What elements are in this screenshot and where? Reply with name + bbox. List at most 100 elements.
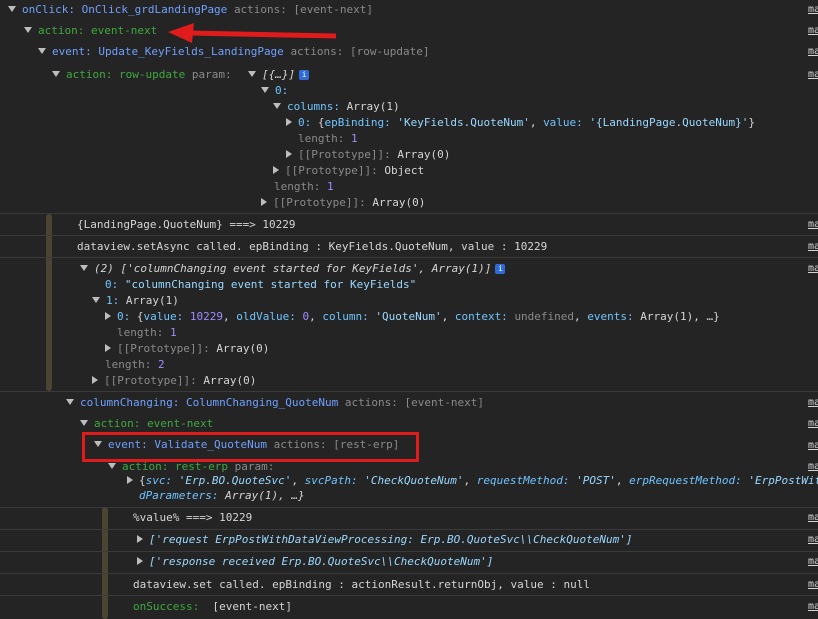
tree-length: length: 1 (274, 180, 334, 193)
log-line-response[interactable]: ['response received Erp.BO.QuoteSvc\\Che… (137, 555, 493, 568)
collapse-arrow-icon[interactable] (127, 476, 133, 484)
tree-prototype[interactable]: [[Prototype]]: Array(0) (286, 148, 450, 161)
event-prefix: event: (52, 45, 92, 58)
tree-prototype[interactable]: [[Prototype]]: Array(0) (92, 374, 256, 387)
source-link[interactable]: ma (808, 579, 818, 590)
expand-arrow-icon[interactable] (273, 103, 281, 109)
log-line-columnchanging[interactable]: columnChanging: ColumnChanging_QuoteNum … (66, 396, 818, 409)
divider (0, 213, 818, 214)
log-line-setasync: dataview.setAsync called. epBinding : Ke… (77, 240, 548, 253)
tree-length: length: 2 (105, 358, 165, 371)
log-line-action-event-next[interactable]: action: event-next (24, 24, 818, 37)
collapse-arrow-icon[interactable] (92, 376, 98, 384)
prop-key: oldValue: (236, 310, 296, 323)
source-link[interactable]: ma (808, 263, 818, 274)
divider (0, 573, 818, 574)
log-line-event-update[interactable]: event: Update_KeyFields_LandingPage acti… (38, 45, 818, 58)
log-line-onsuccess: onSuccess: [event-next] (133, 600, 292, 613)
source-link[interactable]: ma (808, 461, 818, 472)
log-line-array[interactable]: (2) ['columnChanging event started for K… (80, 262, 506, 275)
expand-arrow-icon[interactable] (108, 463, 116, 469)
prop-value: 'QuoteNum' (375, 310, 442, 323)
source-link[interactable]: ma (808, 512, 818, 523)
expand-arrow-icon[interactable] (248, 71, 256, 77)
prop-key: requestMethod: (476, 474, 570, 487)
prop-key: [[Prototype]]: (104, 374, 197, 387)
prop-value: 1 (350, 132, 358, 145)
prop-value: 'KeyFields.QuoteNum' (397, 116, 530, 129)
event-actions: actions: [event-next] (344, 396, 484, 409)
expand-arrow-icon[interactable] (24, 27, 32, 33)
tree-item-1[interactable]: 1: Array(1) (92, 294, 179, 307)
source-link[interactable]: ma (808, 601, 818, 612)
expand-arrow-icon[interactable] (52, 71, 60, 77)
tree-prototype[interactable]: [[Prototype]]: Array(0) (261, 196, 425, 209)
prop-value: 1 (169, 326, 177, 339)
source-link[interactable]: ma (808, 418, 818, 429)
log-line-onclick[interactable]: onClick: OnClick_grdLandingPage actions:… (8, 3, 818, 16)
source-link[interactable]: ma (808, 440, 818, 451)
collapse-arrow-icon[interactable] (286, 150, 292, 158)
prop-value: Array(1), …} (225, 489, 305, 502)
brace: { (317, 116, 325, 129)
tree-prototype[interactable]: [[Prototype]]: Array(0) (105, 342, 269, 355)
source-link[interactable]: ma (808, 69, 818, 80)
log-line-row-update[interactable]: action: row-update param: (52, 68, 818, 81)
prop-value: 2 (157, 358, 165, 371)
onclick-actions: actions: [event-next] (233, 3, 374, 16)
action-label: action: event-next (94, 417, 214, 430)
prop-key: length: (105, 358, 152, 371)
source-link[interactable]: ma (808, 4, 818, 15)
request-text: ['request ErpPostWithDataViewProcessing:… (149, 533, 633, 546)
divider (0, 529, 818, 530)
log-line-action-event-next-2[interactable]: action: event-next (80, 417, 818, 430)
brace: { (136, 310, 144, 323)
highlight-box (82, 432, 419, 462)
log-line-landingpage: {LandingPage.QuoteNum} ===> 10229 (77, 218, 296, 231)
onsuccess-value: [event-next] (212, 600, 292, 613)
prop-value: undefined (514, 310, 575, 323)
expand-arrow-icon[interactable] (261, 87, 269, 93)
expand-arrow-icon[interactable] (8, 6, 16, 12)
log-line-request[interactable]: ['request ErpPostWithDataViewProcessing:… (137, 533, 632, 546)
source-link[interactable]: ma (808, 556, 818, 567)
expand-arrow-icon[interactable] (80, 265, 88, 271)
source-link[interactable]: ma (808, 397, 818, 408)
expand-arrow-icon[interactable] (38, 48, 46, 54)
param-array[interactable]: [{…}] i (248, 68, 310, 81)
prop-value: Array(0) (397, 148, 451, 161)
source-link[interactable]: ma (808, 25, 818, 36)
source-link[interactable]: ma (808, 534, 818, 545)
tree-item-0: 0: "columnChanging event started for Key… (105, 278, 416, 291)
expand-arrow-icon[interactable] (92, 297, 100, 303)
tree-columns[interactable]: columns: Array(1) (273, 100, 400, 113)
tree-prototype[interactable]: [[Prototype]]: Object (273, 164, 424, 177)
tree-item-1-0[interactable]: 0: {value: 10229, oldValue: 0, column: '… (105, 310, 720, 323)
expand-arrow-icon[interactable] (80, 420, 88, 426)
source-link[interactable]: ma (808, 241, 818, 252)
action-label: action: event-next (38, 24, 158, 37)
divider (0, 507, 818, 508)
collapse-arrow-icon[interactable] (137, 535, 143, 543)
prop-value: '{LandingPage.QuoteNum}' (589, 116, 749, 129)
param-object[interactable]: {svc: 'Erp.BO.QuoteSvc', svcPath: 'Check… (127, 474, 818, 487)
tree-index-0[interactable]: 0: (261, 84, 288, 97)
prop-value: Array(0) (216, 342, 270, 355)
source-link[interactable]: ma (808, 219, 818, 230)
prop-key: svcPath: (304, 474, 358, 487)
response-text: ['response received Erp.BO.QuoteSvc\\Che… (149, 555, 494, 568)
collapse-arrow-icon[interactable] (105, 344, 111, 352)
tree-column-0[interactable]: 0: {epBinding: 'KeyFields.QuoteNum', val… (286, 116, 755, 129)
columns-value: Array(1) (346, 100, 400, 113)
collapse-arrow-icon[interactable] (286, 118, 292, 126)
brace: { (139, 474, 146, 487)
prop-key: svc: (145, 474, 173, 487)
collapse-arrow-icon[interactable] (105, 312, 111, 320)
onclick-prefix: onClick: (22, 3, 75, 16)
divider (0, 595, 818, 596)
expand-arrow-icon[interactable] (66, 399, 74, 405)
collapse-arrow-icon[interactable] (273, 166, 279, 174)
source-link[interactable]: ma (808, 46, 818, 57)
collapse-arrow-icon[interactable] (261, 198, 267, 206)
collapse-arrow-icon[interactable] (137, 557, 143, 565)
